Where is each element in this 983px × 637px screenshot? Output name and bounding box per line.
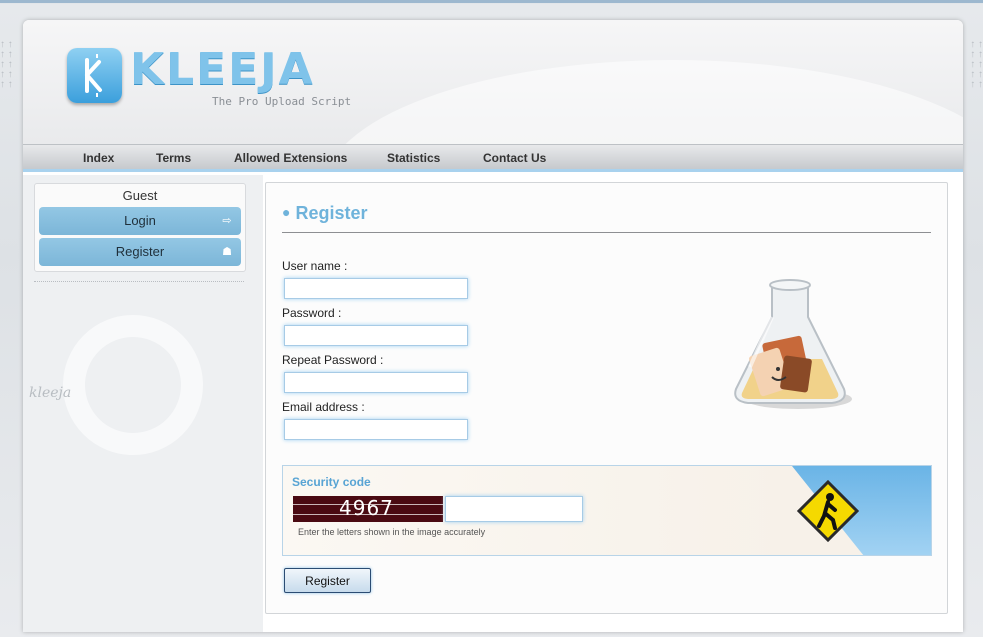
- sidebar-divider: [34, 281, 244, 282]
- page-container: KLEEJA The Pro Upload Script Index Terms…: [23, 20, 963, 632]
- nav-item-statistics[interactable]: Statistics: [387, 151, 440, 165]
- email-label: Email address :: [282, 400, 365, 414]
- register-button-label: Register: [115, 244, 165, 259]
- captcha-text: 4967: [339, 496, 394, 520]
- site-tagline: The Pro Upload Script: [212, 95, 352, 108]
- register-submit-button[interactable]: Register: [284, 568, 371, 593]
- nav-item-terms[interactable]: Terms: [156, 151, 191, 165]
- bullet-icon: ●: [282, 204, 291, 220]
- user-box: Guest Login ⇨ Register ☗: [34, 183, 246, 272]
- header: KLEEJA The Pro Upload Script: [23, 20, 963, 144]
- security-code-box: Security code 4967 Enter the letters sho…: [282, 465, 932, 556]
- login-button[interactable]: Login ⇨: [39, 207, 241, 235]
- user-add-icon: ☗: [222, 246, 232, 258]
- decorative-arrows-left: ↑ ↑ ↑ ↑ ↑ ↑ ↑ ↑ ↑ ↑: [0, 39, 13, 90]
- login-button-label: Login: [124, 213, 156, 228]
- decorative-arrows-right: ↑ ↑ ↑ ↑ ↑ ↑ ↑ ↑ ↑ ↑: [970, 39, 983, 90]
- site-logo-text[interactable]: KLEEJA: [130, 44, 315, 95]
- login-icon: ⇨: [222, 215, 232, 227]
- top-border: [0, 0, 983, 3]
- flask-illustration-icon: [734, 279, 852, 409]
- nav-item-index[interactable]: Index: [83, 151, 114, 165]
- pedestrian-sign-icon: [797, 480, 859, 542]
- user-status: Guest: [122, 188, 158, 203]
- page-title-text: Register: [295, 203, 368, 223]
- repeat-password-input[interactable]: [284, 372, 468, 393]
- header-decoration: [323, 60, 963, 144]
- captcha-image[interactable]: 4967: [293, 496, 443, 522]
- security-code-input[interactable]: [445, 496, 583, 522]
- sidebar-watermark: kleeja: [29, 385, 72, 401]
- security-code-title: Security code: [292, 475, 371, 489]
- main-navigation: Index Terms Allowed Extensions Statistic…: [23, 144, 963, 172]
- title-divider: [282, 232, 931, 233]
- nav-item-contact-us[interactable]: Contact Us: [483, 151, 546, 165]
- username-label: User name :: [282, 259, 348, 273]
- username-input[interactable]: [284, 278, 468, 299]
- repeat-password-label: Repeat Password :: [282, 353, 384, 367]
- register-panel: ● Register User name : Password : Repeat …: [265, 182, 948, 614]
- password-label: Password :: [282, 306, 342, 320]
- email-input[interactable]: [284, 419, 468, 440]
- sidebar-decoration: [63, 315, 203, 455]
- password-input[interactable]: [284, 325, 468, 346]
- security-code-hint: Enter the letters shown in the image acc…: [298, 527, 486, 537]
- kleeja-logo-icon[interactable]: [67, 48, 122, 103]
- register-button[interactable]: Register ☗: [39, 238, 241, 266]
- nav-item-allowed-extensions[interactable]: Allowed Extensions: [234, 151, 347, 165]
- page-title: ● Register: [282, 203, 368, 224]
